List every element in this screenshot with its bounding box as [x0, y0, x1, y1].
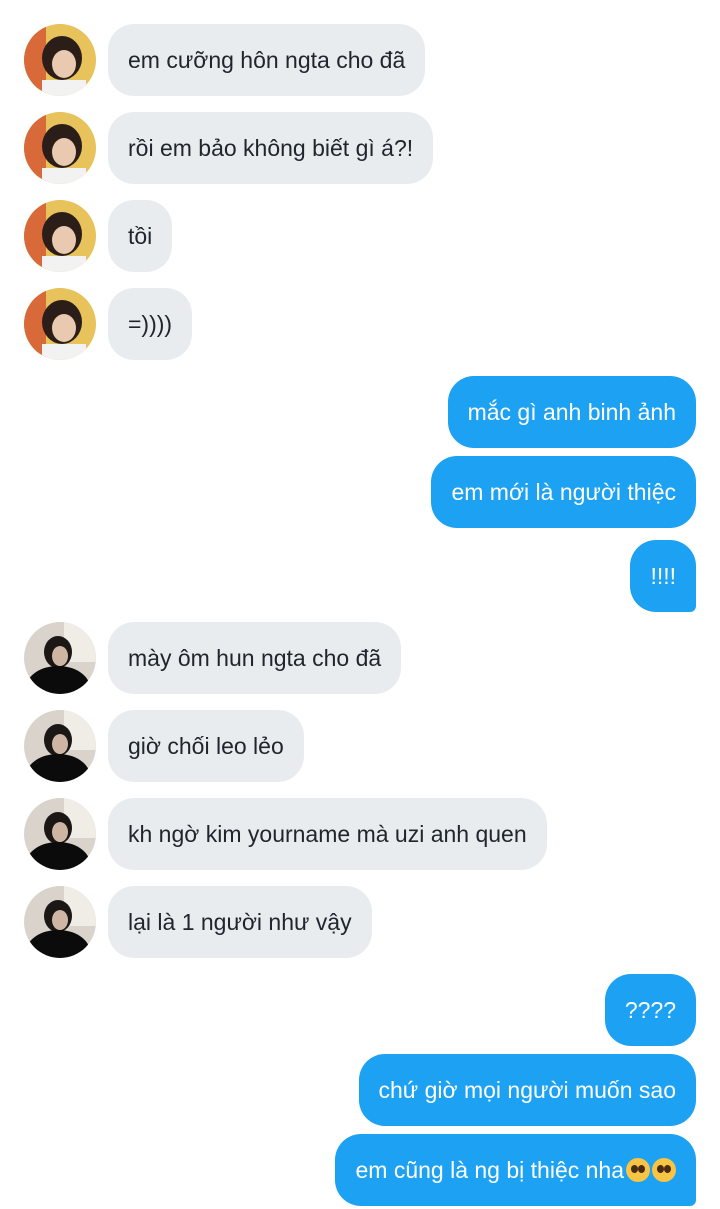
message-bubble[interactable]: tồi [108, 200, 173, 272]
message-text: lại là 1 người như vậy [128, 909, 352, 935]
message-bubble[interactable]: !!!! [630, 540, 696, 612]
message-text: ???? [624, 997, 676, 1023]
message-text: chứ giờ mọi người muốn sao [378, 1077, 676, 1103]
message-bubble[interactable]: kh ngờ kim yourname mà uzi anh quen [108, 798, 547, 870]
message-bubble[interactable]: rồi em bảo không biết gì á?! [108, 112, 434, 184]
user-a-avatar[interactable] [24, 288, 96, 360]
message-text: !!!! [650, 563, 676, 589]
message-bubble[interactable]: em cũng là ng bị thiệc nha [335, 1134, 696, 1206]
message-bubble[interactable]: =)))) [108, 288, 193, 360]
message-text: =)))) [128, 311, 173, 337]
message-text: tồi [128, 223, 153, 249]
message-text: em cưỡng hôn ngta cho đã [128, 47, 406, 73]
message-text: em cũng là ng bị thiệc nha [355, 1157, 624, 1183]
message-bubble[interactable]: lại là 1 người như vậy [108, 886, 372, 958]
message-text: giờ chối leo lẻo [128, 733, 284, 759]
message-text: em mới là người thiệc [451, 479, 676, 505]
message-bubble[interactable]: em mới là người thiệc [431, 456, 696, 528]
user-b-avatar[interactable] [24, 622, 96, 694]
pleading-face-emoji [626, 1158, 650, 1182]
message-bubble[interactable]: chứ giờ mọi người muốn sao [358, 1054, 696, 1126]
message-bubble[interactable]: em cưỡng hôn ngta cho đã [108, 24, 426, 96]
message-bubble[interactable]: mắc gì anh binh ảnh [447, 376, 696, 448]
message-bubble[interactable]: ???? [604, 974, 696, 1046]
message-text: kh ngờ kim yourname mà uzi anh quen [128, 821, 527, 847]
message-text: mày ôm hun ngta cho đã [128, 645, 382, 671]
user-b-avatar[interactable] [24, 710, 96, 782]
pleading-face-emoji [652, 1158, 676, 1182]
message-bubble[interactable]: mày ôm hun ngta cho đã [108, 622, 402, 694]
user-b-avatar[interactable] [24, 798, 96, 870]
user-a-avatar[interactable] [24, 112, 96, 184]
message-bubble[interactable]: giờ chối leo lẻo [108, 710, 304, 782]
user-a-avatar[interactable] [24, 24, 96, 96]
message-text: rồi em bảo không biết gì á?! [128, 135, 414, 161]
user-a-avatar[interactable] [24, 200, 96, 272]
message-text: mắc gì anh binh ảnh [467, 399, 676, 425]
user-b-avatar[interactable] [24, 886, 96, 958]
